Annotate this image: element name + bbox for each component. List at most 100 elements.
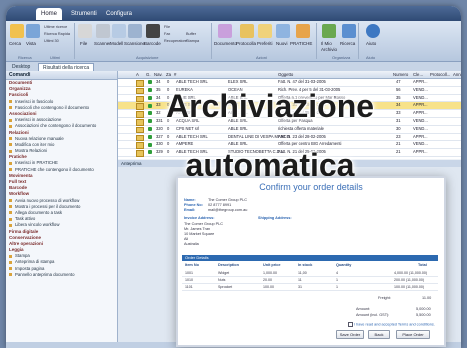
print-link[interactable]: Stampa xyxy=(186,39,199,43)
search-icon[interactable] xyxy=(10,24,24,38)
sidebar-item[interactable]: Mostra Relazioni xyxy=(6,148,117,154)
document-icon[interactable] xyxy=(218,24,232,38)
order-window-title: Confirm your order details xyxy=(259,182,363,192)
freight-label: Freight: xyxy=(378,296,391,300)
phone-label: Phone No: xyxy=(184,203,203,207)
order-col-in-stock: In stock xyxy=(298,263,313,267)
recent-searches[interactable]: Ultime ricerce xyxy=(44,25,67,29)
column-header[interactable]: Cle... xyxy=(413,71,423,78)
scanner-icon[interactable] xyxy=(96,24,110,38)
sidebar-item[interactable]: Associazioni che contengono il documento xyxy=(6,123,117,129)
new-button-label: Nuovi xyxy=(276,41,288,46)
search-help-icon[interactable] xyxy=(342,24,356,38)
help-icon[interactable] xyxy=(366,24,380,38)
terms-checkbox[interactable]: I have read and accepted Terms and condi… xyxy=(348,322,435,327)
order-col-description: Description xyxy=(218,263,239,267)
retriever-link[interactable]: Recuperatore xyxy=(164,39,187,43)
order-confirmation-window: Confirm your order details Name: The Com… xyxy=(176,176,446,347)
email-value: mail@thegroup.com.au xyxy=(208,208,248,212)
freight-value: 11.00 xyxy=(422,296,432,300)
tab-configura[interactable]: Configura xyxy=(101,8,137,20)
order-cell: 1001 xyxy=(185,271,193,275)
cell-db: ELEX SRL xyxy=(228,79,248,84)
order-cell: 100.00 xyxy=(263,285,274,289)
envelope-icon xyxy=(136,126,144,134)
check-icon xyxy=(148,142,152,147)
ribbon-separator xyxy=(358,23,359,59)
group-ultimi: Ultimi xyxy=(50,55,60,60)
grid-header: A G. Nav. Za # Oggetto Numero Cle... Protocoll..… xyxy=(118,71,461,79)
tab-desktop[interactable]: Desktop xyxy=(8,63,34,71)
barcode-button-label: Barcode xyxy=(144,41,161,46)
file-link[interactable]: File xyxy=(164,25,170,29)
buffer-link[interactable]: Buffer xyxy=(186,32,196,36)
checkbox-icon[interactable] xyxy=(348,322,353,327)
last-30[interactable]: Ultimi 30 xyxy=(44,39,59,43)
save-order-button[interactable]: Save Order xyxy=(336,330,364,339)
quick-search[interactable]: Ricerca Rapida xyxy=(44,32,70,36)
sidebar-item[interactable]: Libera vincolo workflow xyxy=(6,222,117,228)
protocol-button-label: Protocolla xyxy=(236,41,257,46)
sidebar-item[interactable]: Fascicoli che contengono il documento xyxy=(6,105,117,111)
order-cell: 200.00 (11,000.00) xyxy=(394,278,425,282)
scan-icon[interactable] xyxy=(128,24,142,38)
order-col-unit-price: Unit price xyxy=(263,263,281,267)
sidebar-item[interactable]: PRATICHE che contengono il documento xyxy=(6,167,117,173)
model-button-label: Modell xyxy=(110,41,124,46)
cell-g: 0 xyxy=(167,125,170,131)
column-header[interactable]: A xyxy=(136,71,139,78)
column-header[interactable]: Anni xyxy=(453,71,461,78)
help-button-label: Aiuto xyxy=(366,41,377,46)
amount-gst-label: Amount (incl. GST): xyxy=(356,313,390,317)
column-header[interactable]: Oggetto xyxy=(278,71,293,78)
back-button[interactable]: Back xyxy=(368,330,390,339)
cell-cle: APPR... xyxy=(413,133,428,139)
column-header[interactable]: G. xyxy=(146,71,151,78)
phone-value: 02 8777 8991 xyxy=(208,203,232,207)
document-button-label: Documento xyxy=(214,41,238,46)
table-row[interactable]: 34 0 ABLE TECH SRL ELEX SRL Fatt. N. 47 del … xyxy=(118,79,461,87)
model-icon[interactable] xyxy=(112,24,126,38)
scanner-button-label: Scanner xyxy=(94,41,111,46)
barcode-icon[interactable] xyxy=(146,24,160,38)
ribbon: Cerca Vista Ultime ricerce Ricerca Rapid… xyxy=(6,21,461,62)
order-cell: 11,00 xyxy=(298,271,307,275)
table-row[interactable]: 320 0 CPS NET srl ABLE SRL richiesta offerta… xyxy=(118,126,461,134)
search-button-label: Cerca xyxy=(9,41,22,46)
new-icon[interactable] xyxy=(276,24,290,38)
sidebar-list: Documenti Organizza Fascicoli Inserisci in … xyxy=(6,80,117,278)
practices-button-label: PRATICHE xyxy=(290,41,313,46)
group-azioni: Azioni xyxy=(256,55,267,60)
group-acquisizione: Acquisizione xyxy=(136,55,159,60)
address-line: Australia xyxy=(184,242,199,246)
envelope-icon xyxy=(136,80,144,87)
shipping-address-label: Shipping Address: xyxy=(258,216,292,220)
fax-link[interactable]: Fax xyxy=(164,32,170,36)
check-icon xyxy=(148,80,152,85)
cell-numero: 47 xyxy=(396,79,401,84)
sidebar-header: Comandi xyxy=(6,71,117,80)
column-header[interactable]: Za xyxy=(166,71,171,78)
table-row[interactable]: 327 0 ABLE TECH SRL DENTAL LINE DI VESPA MA… xyxy=(118,134,461,142)
tab-home[interactable]: Home xyxy=(36,8,63,20)
file-icon[interactable] xyxy=(78,24,92,38)
place-order-button[interactable]: Place Order xyxy=(396,330,430,339)
column-header[interactable]: # xyxy=(174,71,176,78)
column-header[interactable]: Numero xyxy=(393,71,408,78)
cell-oggetto: Fatt. N. 47 del 31-03-2005 xyxy=(278,79,326,84)
sidebar-item[interactable]: Pannello anteprima documento xyxy=(6,272,117,278)
cell-oggetto: Fatt. N. 23 del 28-02-2005 xyxy=(278,133,326,139)
column-header[interactable]: Nav. xyxy=(154,71,163,78)
favorites-icon[interactable] xyxy=(258,24,272,38)
command-sidebar: Comandi Documenti Organizza Fascicoli Inser… xyxy=(6,71,118,348)
order-cell: Nuts xyxy=(218,278,226,282)
column-header[interactable]: Protocoll... xyxy=(430,71,450,78)
practices-icon[interactable] xyxy=(296,24,310,38)
order-cell: 31 xyxy=(298,285,302,289)
cell-cle: APPR... xyxy=(413,79,428,84)
protocol-icon[interactable] xyxy=(240,24,254,38)
tab-strumenti[interactable]: Strumenti xyxy=(66,8,102,20)
my-archive-icon[interactable] xyxy=(322,24,336,38)
view-icon[interactable] xyxy=(26,24,40,38)
order-cell: 20.00 xyxy=(263,278,272,282)
